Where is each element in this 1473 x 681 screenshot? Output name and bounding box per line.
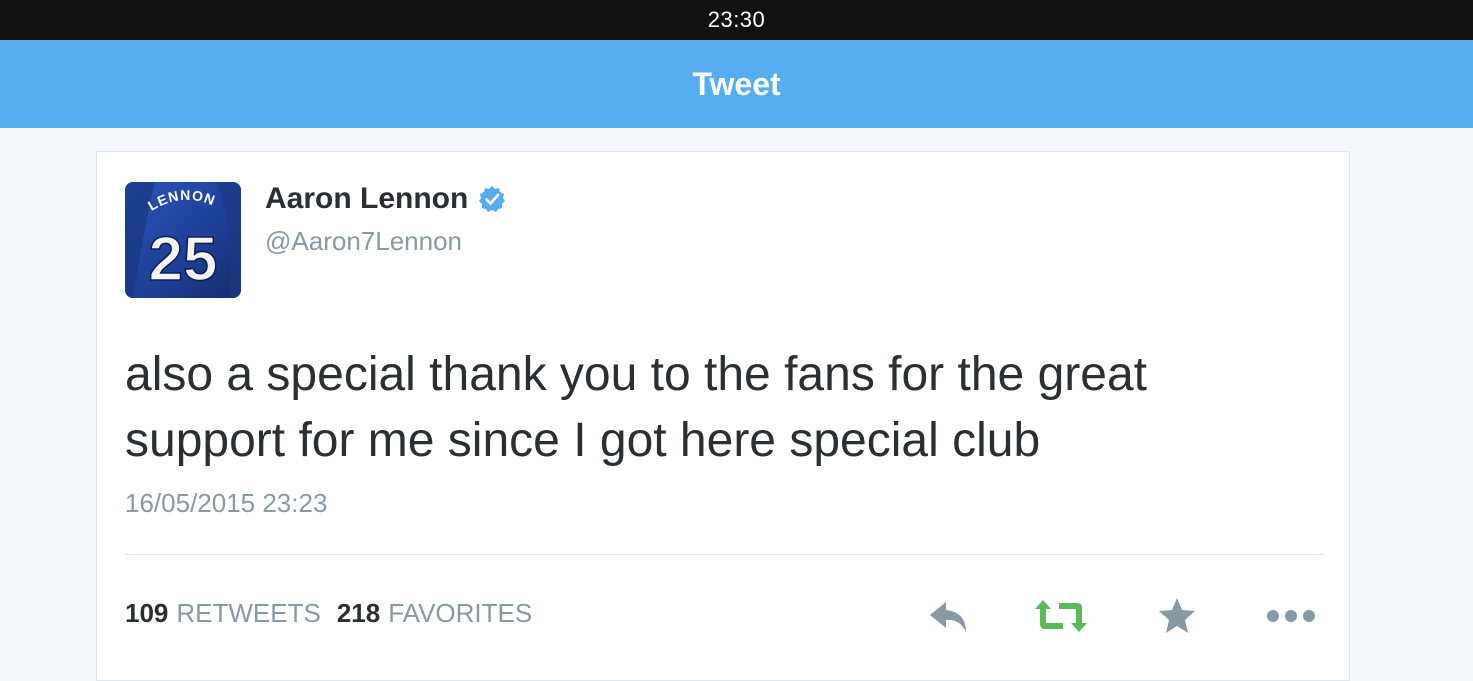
tweet-text-line-1: also a special thank you to the fans for…	[125, 348, 1147, 401]
status-bar: 23:30	[0, 0, 1473, 40]
tweet-text-line-2: support for me since I got here special …	[125, 414, 1041, 467]
retweet-button[interactable]	[1033, 592, 1089, 640]
star-icon	[1159, 598, 1195, 633]
avatar-shirt-number: 25	[149, 225, 218, 294]
more-icon	[1267, 610, 1315, 622]
favorites-count[interactable]: 218	[337, 598, 380, 629]
retweets-count[interactable]: 109	[125, 598, 168, 629]
tweet-stats: 109 RETWEETS 218 FAVORITES	[125, 598, 548, 629]
favorite-button[interactable]	[1149, 592, 1205, 640]
user-name[interactable]: Aaron Lennon	[265, 182, 468, 216]
reply-button[interactable]	[921, 592, 977, 640]
nav-bar: Tweet	[0, 40, 1473, 128]
user-name-row: Aaron Lennon	[265, 182, 506, 216]
reply-icon	[930, 602, 966, 632]
tweet-card: LENNON 25 Aaron Lennon @Aaron7Lennon als…	[96, 151, 1350, 681]
avatar[interactable]: LENNON 25	[125, 182, 241, 298]
verified-badge-icon	[478, 185, 506, 213]
tweet-text: also a special thank you to the fans for…	[125, 342, 1305, 474]
retweets-label[interactable]: RETWEETS	[176, 598, 320, 629]
tweet-timestamp: 16/05/2015 23:23	[125, 488, 328, 518]
favorites-label[interactable]: FAVORITES	[388, 598, 532, 629]
user-handle[interactable]: @Aaron7Lennon	[265, 226, 462, 257]
more-button[interactable]	[1263, 592, 1319, 640]
status-time: 23:30	[707, 7, 766, 32]
page-title: Tweet	[692, 65, 781, 102]
divider	[125, 554, 1325, 555]
retweet-icon	[1035, 600, 1087, 632]
